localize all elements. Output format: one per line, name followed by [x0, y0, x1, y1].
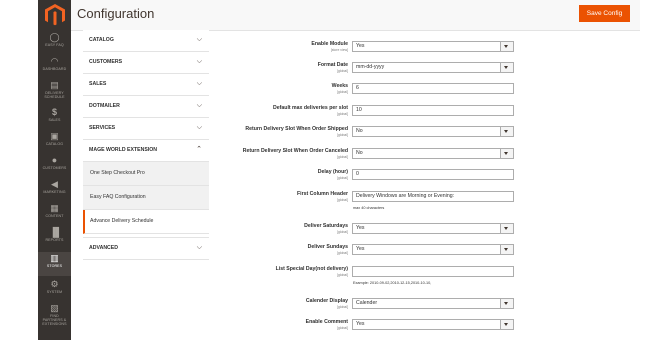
- save-config-button[interactable]: Save Config: [579, 5, 630, 22]
- scope-label: [global]: [337, 69, 348, 73]
- dropdown-arrow-icon: [500, 42, 513, 51]
- format-date-label: Format Date: [317, 62, 348, 68]
- tab-catalog[interactable]: CATALOG ⌵: [83, 30, 209, 52]
- chevron-down-icon: ⌵: [196, 102, 202, 109]
- dropdown-arrow-icon: [500, 63, 513, 72]
- scope-label: [global]: [337, 176, 348, 180]
- calender-display-label: Calender Display: [305, 298, 348, 304]
- nav-item-customers[interactable]: ● CUSTOMERS: [38, 156, 71, 176]
- scope-label: [global]: [337, 273, 348, 277]
- subitem-advance-delivery-schedule[interactable]: Advance Delivery Schedule: [83, 210, 209, 234]
- scope-label: [global]: [337, 90, 348, 94]
- field-note: max 40 characters: [353, 206, 385, 210]
- subitem-one-step-checkout[interactable]: One Step Checkout Pro: [83, 162, 209, 186]
- tab-services[interactable]: SERVICES ⌵: [83, 118, 209, 140]
- magento-logo-icon[interactable]: [45, 4, 65, 26]
- enable-module-label: Enable Module: [311, 41, 348, 47]
- return-slot-canceled-select[interactable]: No: [352, 148, 514, 159]
- chevron-up-icon: ⌃: [196, 146, 202, 153]
- tab-mage-world-extension[interactable]: MAGE WORLD EXTENSION ⌃: [83, 140, 209, 162]
- delay-hour-label: Delay (hour): [317, 169, 348, 175]
- nav-item-find-partners[interactable]: ▧ FIND PARTNERS & EXTENSIONS: [38, 304, 71, 334]
- deliver-saturdays-label: Deliver Saturdays: [304, 223, 348, 229]
- scope-label: [global]: [337, 305, 348, 309]
- gear-icon: ⚙: [50, 279, 59, 289]
- return-slot-shipped-select[interactable]: No: [352, 126, 514, 137]
- format-date-select[interactable]: mm-dd-yyyy: [352, 62, 514, 73]
- first-column-header-label: First Column Header: [296, 191, 348, 197]
- right-margin: [640, 0, 670, 340]
- nav-item-sales[interactable]: $ SALES: [38, 108, 71, 128]
- first-column-header-input[interactable]: Delivery Windows are Morning or Evening:: [352, 191, 514, 202]
- dashboard-icon: ◠: [50, 56, 59, 66]
- return-slot-shipped-label: Return Delivery Slot When Order Shipped: [245, 126, 348, 132]
- help-icon: ◯: [49, 32, 60, 42]
- nav-item-stores[interactable]: ▥ STORES: [38, 252, 71, 276]
- tab-dotmailer[interactable]: DOTMAILER ⌵: [83, 96, 209, 118]
- special-day-label: List Special Day(not delivery): [275, 266, 348, 272]
- store-icon: ▥: [50, 253, 59, 263]
- nav-item-marketing[interactable]: ◀ MARKETING: [38, 180, 71, 200]
- page-title: Configuration: [77, 6, 155, 21]
- nav-item-system[interactable]: ⚙ SYSTEM: [38, 280, 71, 300]
- person-icon: ●: [51, 155, 58, 165]
- dropdown-arrow-icon: [500, 320, 513, 329]
- delivery-icon: ▤: [50, 80, 59, 90]
- enable-comment-select[interactable]: Yes: [352, 319, 514, 330]
- nav-item-reports[interactable]: ▐▌ REPORTS: [38, 228, 71, 248]
- dropdown-arrow-icon: [500, 224, 513, 233]
- dropdown-arrow-icon: [500, 127, 513, 136]
- box-icon: ▣: [50, 131, 59, 141]
- page-header: Configuration Save Config: [71, 0, 640, 31]
- enable-comment-label: Enable Comment: [305, 319, 348, 325]
- dropdown-arrow-icon: [500, 245, 513, 254]
- tab-advanced[interactable]: ADVANCED ⌵: [83, 237, 209, 260]
- weeks-label: Weeks: [331, 83, 348, 89]
- field-note: Example: 2010-09-02,2010-12-15,2010-10-1…: [353, 281, 432, 285]
- scope-label: [global]: [337, 230, 348, 234]
- tab-customers[interactable]: CUSTOMERS ⌵: [83, 52, 209, 74]
- deliver-saturdays-select[interactable]: Yes: [352, 223, 514, 234]
- scope-label: [global]: [337, 251, 348, 255]
- dollar-icon: $: [51, 107, 57, 117]
- scope-label: [global]: [337, 133, 348, 137]
- weeks-input[interactable]: 6: [352, 83, 514, 94]
- layout-icon: ▦: [50, 203, 59, 213]
- special-day-input[interactable]: [352, 266, 514, 277]
- dropdown-arrow-icon: [500, 149, 513, 158]
- calender-display-select[interactable]: Calender: [352, 298, 514, 309]
- chevron-down-icon: ⌵: [196, 58, 202, 65]
- puzzle-icon: ▧: [50, 303, 59, 313]
- nav-item-dashboard[interactable]: ◠ DASHBOARD: [38, 57, 71, 77]
- scope-label: [global]: [337, 326, 348, 330]
- deliver-sundays-label: Deliver Sundays: [307, 244, 348, 250]
- enable-module-select[interactable]: Yes: [352, 41, 514, 52]
- deliver-sundays-select[interactable]: Yes: [352, 244, 514, 255]
- chevron-down-icon: ⌵: [196, 244, 202, 251]
- left-margin: [0, 0, 38, 340]
- max-deliveries-input[interactable]: 10: [352, 105, 514, 116]
- scope-label: [global]: [337, 112, 348, 116]
- megaphone-icon: ◀: [51, 179, 58, 189]
- nav-item-content[interactable]: ▦ CONTENT: [38, 204, 71, 224]
- scope-label: [global]: [337, 155, 348, 159]
- subitem-easy-faq-config[interactable]: Easy FAQ Configuration: [83, 186, 209, 210]
- chevron-down-icon: ⌵: [196, 36, 202, 43]
- delay-hour-input[interactable]: 0: [352, 169, 514, 180]
- scope-label: [store view]: [330, 48, 348, 52]
- nav-item-delivery-schedule[interactable]: ▤ DELIVERY SCHEDULE: [38, 81, 71, 105]
- config-tabs: CATALOG ⌵ CUSTOMERS ⌵ SALES ⌵ DOTMAILER …: [83, 30, 209, 260]
- scope-label: [global]: [337, 198, 348, 202]
- max-deliveries-label: Default max deliveries per slot: [273, 105, 348, 111]
- dropdown-arrow-icon: [500, 299, 513, 308]
- chart-icon: ▐▌: [49, 227, 63, 237]
- nav-item-easy-faq[interactable]: ◯ EASY FAQ: [38, 33, 71, 53]
- nav-item-catalog[interactable]: ▣ CATALOG: [38, 132, 71, 152]
- chevron-down-icon: ⌵: [196, 80, 202, 87]
- tab-sales[interactable]: SALES ⌵: [83, 74, 209, 96]
- chevron-down-icon: ⌵: [196, 124, 202, 131]
- return-slot-canceled-label: Return Delivery Slot When Order Canceled: [242, 148, 348, 154]
